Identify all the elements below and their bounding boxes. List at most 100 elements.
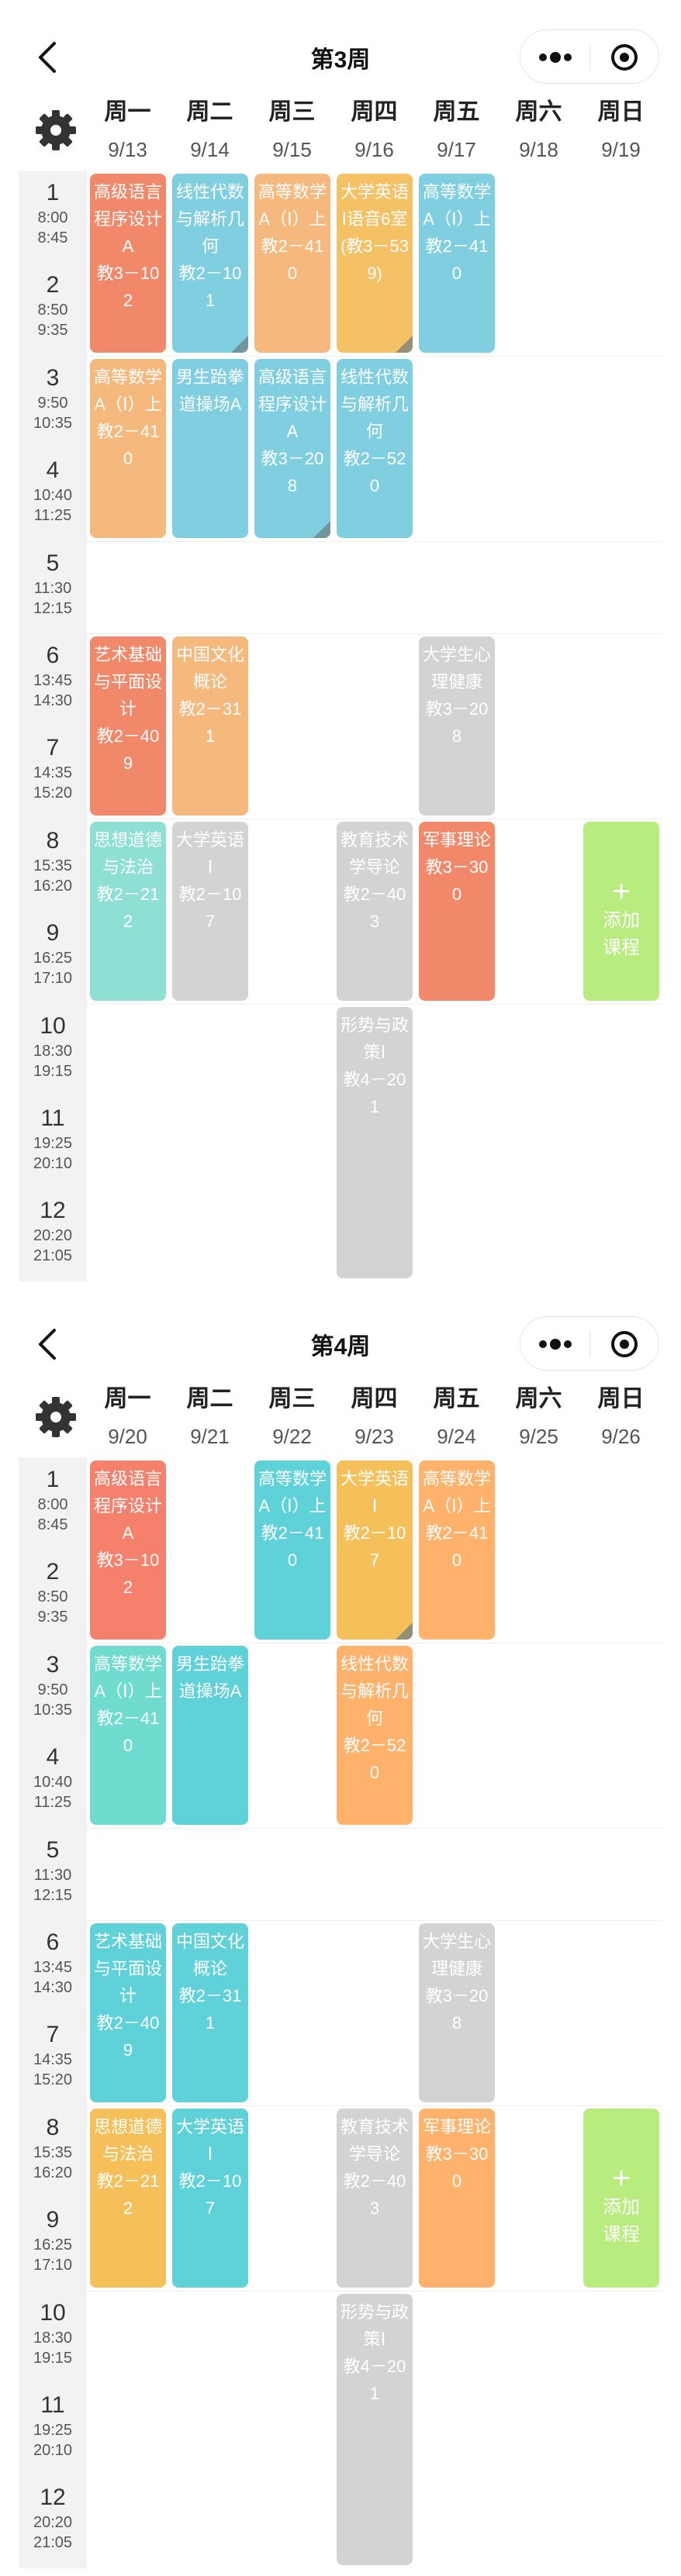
course-card[interactable]: 高级语言程序设计A 教3－208 [254, 358, 330, 538]
more-button[interactable] [520, 1317, 589, 1371]
course-card[interactable]: 形势与政策Ⅰ 教4－201 [337, 1006, 413, 1278]
course-card[interactable]: 线性代数与解析几何 教2－520 [337, 1645, 413, 1825]
grid-divider [87, 2105, 662, 2106]
course-card[interactable]: 高等数学A（Ⅰ）上 教2－410 [419, 1460, 495, 1640]
add-course-button[interactable]: + 添加 课程 [583, 2108, 659, 2288]
course-text: 男生跆拳道操场A [175, 1654, 244, 1701]
day-date: 9/20 [108, 1425, 147, 1448]
course-card[interactable]: 线性代数与解析几何 教2－101 [172, 174, 248, 353]
day-name: 周五 [433, 1386, 480, 1412]
period-end-time: 21:05 [33, 2534, 73, 2552]
day-date: 9/17 [437, 138, 476, 161]
period-cell: 4 10:40 11:25 [19, 1743, 87, 1812]
period-end-time: 12:15 [33, 1886, 73, 1904]
plus-icon: + [612, 874, 631, 909]
period-number: 1 [46, 1467, 60, 1492]
add-course-label: 添加 课程 [603, 909, 640, 958]
course-text: 大学英语Ⅰ 教2－107 [340, 1469, 409, 1570]
day-header: 周三 9/15 [251, 97, 333, 164]
course-card[interactable]: 高等数学A（Ⅰ）上 教2－410 [90, 358, 166, 538]
period-end-time: 17:10 [33, 970, 73, 988]
course-card[interactable]: 思想道德与法治 教2－212 [90, 821, 166, 1001]
course-card[interactable]: 军事理论 教3－300 [419, 821, 495, 1001]
course-card[interactable]: 艺术基础与平面设计 教2－409 [90, 636, 166, 816]
period-start-time: 19:25 [33, 1135, 73, 1152]
period-cell: 5 11:30 12:15 [19, 1836, 87, 1905]
course-card[interactable]: 教育技术学导论 教2－403 [337, 2108, 413, 2288]
more-button[interactable] [520, 30, 589, 84]
close-miniprogram-button[interactable] [590, 30, 659, 84]
day-header: 周日 9/26 [580, 1384, 662, 1450]
course-text: 形势与政策Ⅰ 教4－201 [340, 2302, 409, 2403]
course-card[interactable]: 男生跆拳道操场A [172, 358, 248, 538]
course-text: 大学英语Ⅰ 教2－107 [175, 829, 244, 931]
course-text: 军事理论 教3－300 [422, 829, 491, 904]
day-date: 9/24 [437, 1425, 476, 1448]
course-card[interactable]: 高级语言程序设计A 教3－102 [90, 1460, 166, 1640]
period-number: 7 [46, 2022, 60, 2048]
period-number: 3 [46, 364, 60, 391]
course-text: 大学生心理健康 教3－208 [422, 1932, 491, 2033]
course-card[interactable]: 高等数学A（Ⅰ）上 教2－410 [254, 1460, 330, 1640]
period-end-time: 8:45 [37, 229, 68, 247]
period-cell: 9 16:25 17:10 [19, 919, 87, 988]
period-cell: 2 8:50 9:35 [19, 1557, 87, 1627]
day-header: 周四 9/16 [334, 97, 415, 164]
more-dots-icon [539, 52, 572, 63]
course-card[interactable]: 大学生心理健康 教3－208 [419, 636, 495, 816]
course-card[interactable]: 高级语言程序设计A 教3－102 [90, 174, 166, 353]
period-end-time: 19:15 [33, 1062, 73, 1080]
day-header: 周一 9/13 [87, 97, 168, 164]
course-card[interactable]: 教育技术学导论 教2－403 [337, 821, 413, 1001]
settings-button[interactable] [34, 1395, 78, 1439]
course-card[interactable]: 大学英语Ⅰ 教2－107 [172, 821, 248, 1001]
course-text: 军事理论 教3－300 [422, 2116, 491, 2191]
day-date: 9/14 [190, 138, 230, 161]
course-card[interactable]: 大学生心理健康 教3－208 [419, 1923, 495, 2102]
add-course-label: 添加 课程 [603, 2196, 640, 2245]
period-end-time: 8:45 [37, 1516, 68, 1533]
period-start-time: 8:00 [37, 1496, 68, 1513]
course-card[interactable]: 形势与政策Ⅰ 教4－201 [337, 2293, 413, 2565]
period-number: 2 [46, 1559, 60, 1585]
day-header: 周二 9/14 [169, 97, 251, 164]
day-header: 周五 9/24 [416, 1384, 497, 1450]
course-card[interactable]: 男生跆拳道操场A [172, 1645, 248, 1825]
period-end-time: 14:30 [33, 1979, 73, 1996]
course-card[interactable]: 大学英语Ⅰ语音6室(教3－539) [337, 174, 413, 353]
period-cell: 3 9:50 10:35 [19, 1650, 87, 1720]
period-cell: 10 18:30 19:15 [19, 1012, 87, 1081]
day-name: 周日 [597, 99, 645, 125]
course-text: 中国文化概论 教2－311 [175, 645, 244, 746]
course-text: 线性代数与解析几何 教2－520 [340, 1654, 409, 1782]
course-card[interactable]: 高等数学A（Ⅰ）上 教2－410 [254, 174, 330, 353]
period-end-time: 15:20 [33, 2071, 73, 2089]
grid-divider [87, 1920, 662, 1921]
add-course-button[interactable]: + 添加 课程 [583, 821, 659, 1001]
nav-bar: 第3周 [0, 0, 681, 112]
course-text: 男生跆拳道操场A [175, 367, 244, 414]
course-card[interactable]: 军事理论 教3－300 [419, 2108, 495, 2288]
course-card[interactable]: 中国文化概论 教2－311 [172, 1923, 248, 2102]
day-header: 周日 9/19 [580, 97, 662, 164]
course-card[interactable]: 高等数学A（Ⅰ）上 教2－410 [419, 174, 495, 353]
course-card[interactable]: 中国文化概论 教2－311 [172, 636, 248, 816]
course-card[interactable]: 大学英语Ⅰ 教2－107 [337, 1460, 413, 1640]
course-card[interactable]: 艺术基础与平面设计 教2－409 [90, 1923, 166, 2102]
settings-button[interactable] [34, 109, 78, 152]
period-cell: 1 8:00 8:45 [19, 1465, 87, 1535]
close-miniprogram-button[interactable] [590, 1317, 659, 1371]
day-header: 周五 9/17 [416, 97, 497, 164]
day-name: 周二 [186, 1386, 233, 1412]
course-card[interactable]: 大学英语Ⅰ 教2－107 [172, 2108, 248, 2288]
course-card[interactable]: 高等数学A（Ⅰ）上 教2－410 [90, 1645, 166, 1825]
period-number: 10 [40, 2299, 66, 2326]
course-card[interactable]: 思想道德与法治 教2－212 [90, 2108, 166, 2288]
day-date: 9/18 [519, 138, 558, 161]
day-header: 周四 9/23 [334, 1384, 415, 1450]
period-end-time: 9:35 [37, 1609, 68, 1626]
course-text: 高等数学A（Ⅰ）上 教2－410 [258, 182, 327, 283]
period-cell: 1 8:00 8:45 [19, 178, 87, 248]
course-text: 线性代数与解析几何 教2－101 [175, 182, 244, 310]
course-card[interactable]: 线性代数与解析几何 教2－520 [337, 358, 413, 538]
